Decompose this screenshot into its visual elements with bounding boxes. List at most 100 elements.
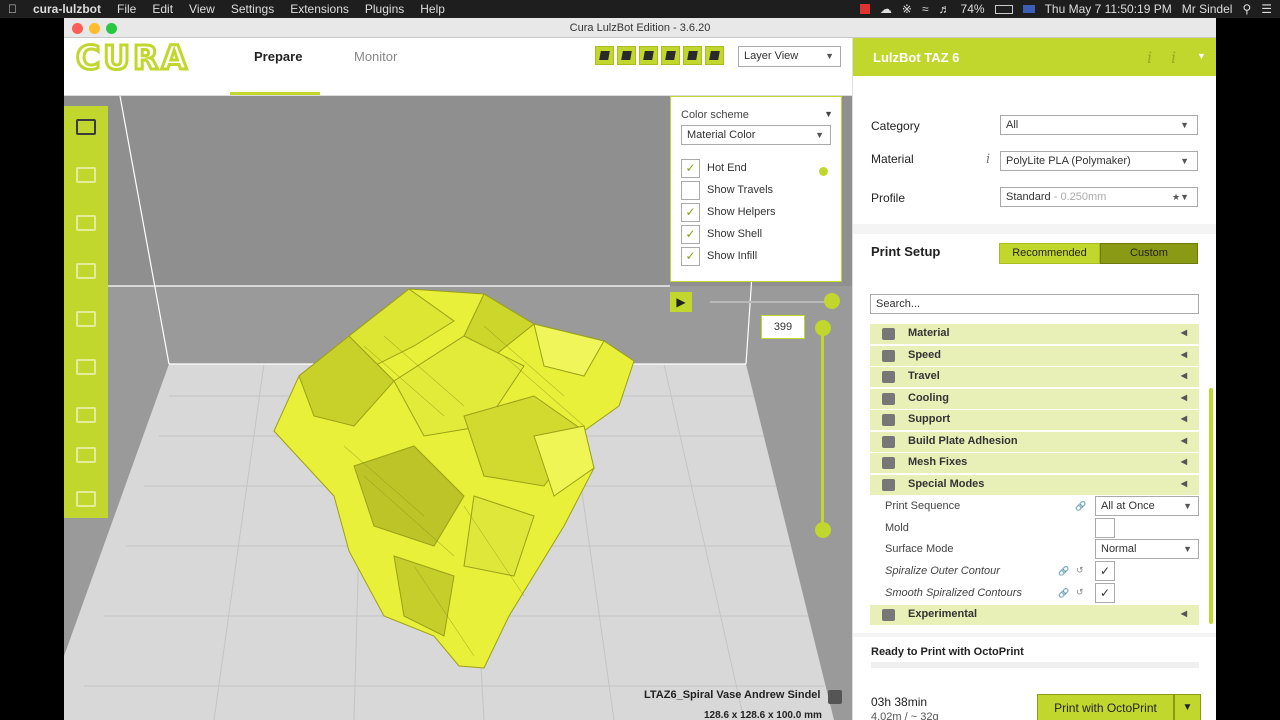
view-3d-button[interactable] [595,46,614,65]
show-shell-checkbox[interactable]: ✓ [681,225,700,244]
app-menu[interactable]: cura-lulzbot [25,2,109,16]
material-select[interactable]: PolyLite PLA (Polymaker) ▼ [1000,151,1198,171]
chevron-down-icon[interactable]: ▼ [1197,51,1206,61]
info-icon-2[interactable]: i [1171,48,1176,67]
menu-extensions[interactable]: Extensions [282,2,357,16]
scale-icon [76,215,96,231]
settings-scrollbar[interactable] [1209,388,1213,624]
close-window-button[interactable] [72,23,83,34]
print-sequence-select[interactable]: All at Once ▼ [1095,496,1199,516]
tab-prepare[interactable]: Prepare [254,49,302,64]
info-icon[interactable]: i [1147,48,1152,67]
move-tool-button[interactable] [64,154,108,198]
layer-slider-bottom-handle[interactable] [815,522,831,538]
menu-plugins[interactable]: Plugins [357,2,412,16]
view-right-button[interactable] [683,46,702,65]
clock[interactable]: Thu May 7 11:50:19 PM [1045,2,1172,16]
smooth-spiralized-checkbox[interactable]: ✓ [1095,583,1115,603]
category-mesh-fixes[interactable]: Mesh Fixes ◀ [870,453,1199,473]
hot-end-checkbox[interactable]: ✓ [681,159,700,178]
build-viewport[interactable]: Color scheme ▼ Material Color ▼ ✓ Hot En… [64,96,852,720]
notification-center-icon[interactable]: ☰ [1261,2,1272,16]
menu-help[interactable]: Help [412,2,453,16]
path-slider-handle[interactable] [824,293,840,309]
stairs-icon [76,447,96,463]
cloud-icon[interactable]: ☁ [880,2,892,16]
menu-view[interactable]: View [181,2,223,16]
view-left-button[interactable] [661,46,680,65]
category-travel[interactable]: Travel ◀ [870,367,1199,387]
plate-icon [76,491,96,507]
category-material[interactable]: Material ◀ [870,324,1199,344]
per-model-settings-button[interactable] [64,346,108,390]
category-build-plate-adhesion[interactable]: Build Plate Adhesion ◀ [870,432,1199,452]
rotate-tool-button[interactable] [64,250,108,294]
category-experimental[interactable]: Experimental ◀ [870,605,1199,625]
chevron-down-icon: ▼ [1180,120,1189,130]
menu-settings[interactable]: Settings [223,2,282,16]
bluetooth-icon[interactable]: ※ [902,2,912,16]
settings-sidebar: LulzBot TAZ 6 i i ▼ Category All ▼ Mater… [852,38,1216,720]
reset-icon[interactable]: ↺ [1076,587,1084,598]
category-select[interactable]: All ▼ [1000,115,1198,135]
category-speed[interactable]: Speed ◀ [870,346,1199,366]
open-file-button[interactable] [64,106,108,150]
menu-edit[interactable]: Edit [144,2,181,16]
view-iso-button[interactable] [705,46,724,65]
mold-checkbox[interactable] [1095,518,1115,538]
edit-pencil-icon[interactable] [828,690,842,704]
wifi-icon[interactable]: ≈ [922,2,929,16]
flag-icon[interactable] [1022,5,1035,13]
reset-icon[interactable]: ↺ [1076,565,1084,576]
record-icon[interactable] [859,4,870,14]
category-special-modes[interactable]: Special Modes ◀ [870,475,1199,495]
left-toolbar [64,106,108,518]
machine-bar[interactable]: LulzBot TAZ 6 i i ▼ [853,38,1216,76]
play-icon: ▶ [676,295,686,309]
scale-tool-button[interactable] [64,202,108,246]
section-divider [853,224,1216,234]
play-simulation-button[interactable]: ▶ [670,292,692,312]
view-top-button[interactable] [639,46,658,65]
category-cooling[interactable]: Cooling ◀ [870,389,1199,409]
color-scheme-label: Color scheme [681,109,749,121]
settings-search-input[interactable]: Search... [870,294,1199,314]
show-helpers-checkbox[interactable]: ✓ [681,203,700,222]
show-infill-checkbox[interactable]: ✓ [681,247,700,266]
view-mode-select[interactable]: Layer View ▼ [738,46,841,67]
mold-label: Mold [885,522,909,534]
tab-monitor[interactable]: Monitor [354,49,397,64]
recommended-mode-button[interactable]: Recommended [999,243,1100,264]
material-info-icon[interactable]: i [986,152,990,167]
path-slider-track[interactable] [710,301,832,303]
apple-icon[interactable]:  [0,2,25,16]
layer-tool-button[interactable] [64,434,108,478]
layer-slider-track[interactable] [821,328,824,528]
surface-mode-select[interactable]: Normal ▼ [1095,539,1199,559]
print-with-octoprint-button[interactable]: Print with OctoPrint [1037,694,1174,720]
view-front-button[interactable] [617,46,636,65]
battery-percent[interactable]: 74% [961,2,985,16]
chevron-down-icon: ▼ [1183,501,1192,511]
current-layer-input[interactable]: 399 [761,315,805,339]
spotlight-search-icon[interactable]: ⚲ [1242,2,1251,16]
zoom-window-button[interactable] [106,23,117,34]
collapse-chevron-icon[interactable]: ▼ [824,109,833,119]
spiralize-checkbox[interactable]: ✓ [1095,561,1115,581]
category-support[interactable]: Support ◀ [870,410,1199,430]
profile-select[interactable]: Standard - 0.250mm ★▼ [1000,187,1198,207]
mirror-tool-button[interactable] [64,298,108,342]
minimize-window-button[interactable] [89,23,100,34]
support-blocker-button[interactable] [64,394,108,438]
battery-icon[interactable] [994,4,1013,14]
color-scheme-select[interactable]: Material Color ▼ [681,125,831,145]
show-travels-checkbox[interactable] [681,181,700,200]
custom-mode-button[interactable]: Custom [1100,243,1198,264]
print-options-dropdown[interactable]: ▼ [1174,694,1201,720]
volume-icon[interactable]: ♬ [939,2,951,16]
user-name[interactable]: Mr Sindel [1182,2,1233,16]
menu-file[interactable]: File [109,2,144,16]
surface-mode-label: Surface Mode [885,543,954,555]
build-plate-button[interactable] [64,478,108,522]
layer-slider-top-handle[interactable] [815,320,831,336]
